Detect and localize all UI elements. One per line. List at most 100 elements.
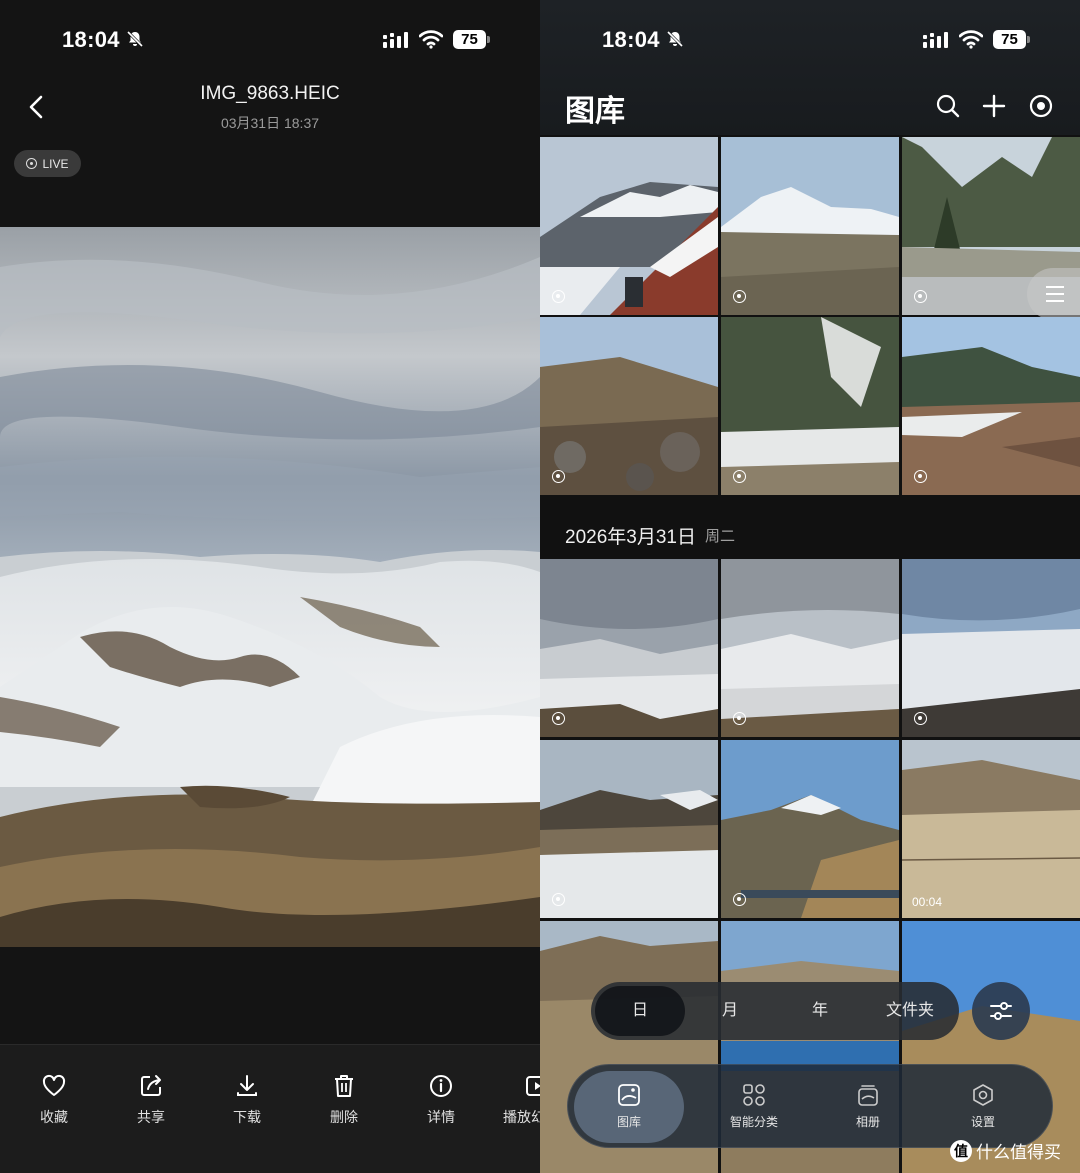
nav-settings[interactable]: 设置 — [928, 1071, 1038, 1143]
info-icon — [430, 1075, 452, 1097]
view-mode-day[interactable]: 日 — [595, 986, 685, 1036]
nav-albums[interactable]: 相册 — [813, 1071, 923, 1143]
favorite-label: 收藏 — [40, 1109, 68, 1125]
live-photo-icon — [552, 290, 565, 303]
thumbnail-image — [540, 559, 718, 737]
thumbnail-image — [540, 317, 718, 495]
bottom-navigation: 图库 智能分类 相册 设置 — [567, 1064, 1053, 1148]
thumbnail-image — [540, 740, 718, 918]
live-photo-icon — [26, 158, 38, 169]
site-watermark: 值 什么值得买 — [950, 1138, 1061, 1163]
thumbnail-image — [721, 740, 899, 918]
search-icon[interactable] — [934, 92, 962, 120]
nav-settings-label: 设置 — [970, 1115, 995, 1129]
signal-icon — [383, 32, 408, 48]
photo-thumbnail[interactable] — [540, 740, 718, 918]
photo-thumbnail[interactable] — [721, 317, 899, 495]
album-icon — [858, 1085, 878, 1106]
photo-thumbnail[interactable] — [540, 559, 718, 737]
photo-thumbnail[interactable] — [902, 317, 1080, 495]
main-photo[interactable] — [0, 227, 540, 947]
live-photo-icon — [552, 470, 565, 483]
thumbnail-image — [721, 137, 899, 315]
date-section-header: 2026年3月31日 周二 — [540, 504, 1080, 559]
slideshow-icon — [526, 1076, 540, 1096]
view-mode-year[interactable]: 年 — [775, 986, 865, 1036]
wifi-icon — [959, 30, 983, 49]
filter-button[interactable] — [972, 982, 1030, 1040]
delete-label: 删除 — [330, 1109, 358, 1125]
delete-button[interactable]: 删除 — [304, 1073, 384, 1127]
photo-thumbnail[interactable] — [540, 317, 718, 495]
watermark-text: 什么值得买 — [976, 1143, 1061, 1162]
live-photo-icon — [733, 290, 746, 303]
record-icon[interactable] — [1027, 92, 1055, 120]
download-button[interactable]: 下载 — [207, 1073, 287, 1127]
photo-thumbnail[interactable] — [721, 137, 899, 315]
file-name: IMG_9863.HEIC — [200, 83, 340, 104]
battery-icon: 75 — [453, 30, 490, 49]
video-thumbnail[interactable]: 00:04 — [902, 740, 1080, 918]
status-bar-right: 18:04 75 — [540, 0, 1080, 80]
live-photo-icon — [914, 290, 927, 303]
photo-thumbnail[interactable] — [721, 740, 899, 918]
live-photo-icon — [733, 893, 746, 906]
plus-icon[interactable] — [980, 92, 1008, 120]
nav-categories[interactable]: 智能分类 — [699, 1071, 809, 1143]
mute-bell-icon — [126, 30, 144, 48]
gallery-icon — [618, 1084, 640, 1106]
live-photo-icon — [733, 712, 746, 725]
live-photo-icon — [914, 712, 927, 725]
battery-icon: 75 — [993, 30, 1030, 49]
live-photo-toggle[interactable]: LIVE — [14, 150, 81, 177]
slideshow-label: 播放幻 — [503, 1109, 540, 1125]
thumbnail-image — [721, 317, 899, 495]
battery-level: 75 — [453, 30, 486, 49]
thumbnail-image — [902, 740, 1080, 918]
share-button[interactable]: 共享 — [111, 1073, 191, 1127]
library-panel: 18:04 75 图库 2026年3月31日 周二 00:04 日 月 年 文件… — [540, 0, 1080, 1173]
thumbnail-image — [721, 559, 899, 737]
status-time: 18:04 — [602, 27, 660, 52]
trash-icon — [335, 1075, 353, 1097]
view-mode-month[interactable]: 月 — [685, 986, 775, 1036]
snowy-mountain-photo — [0, 227, 540, 947]
viewer-action-bar: 收藏 共享 下载 删除 详情 播放幻 — [0, 1044, 540, 1173]
share-label: 共享 — [137, 1109, 165, 1125]
battery-level: 75 — [993, 30, 1026, 49]
photo-timestamp: 03月31日 18:37 — [220, 115, 320, 131]
details-button[interactable]: 详情 — [401, 1073, 481, 1127]
live-photo-icon — [914, 470, 927, 483]
thumbnail-image — [902, 317, 1080, 495]
back-arrow-icon[interactable] — [22, 92, 52, 122]
slideshow-button[interactable]: 播放幻 — [496, 1073, 540, 1127]
library-title: 图库 — [565, 95, 625, 128]
favorite-button[interactable]: 收藏 — [14, 1073, 94, 1127]
nav-categories-label: 智能分类 — [729, 1115, 778, 1129]
sliders-icon — [990, 1002, 1012, 1020]
photo-thumbnail[interactable] — [902, 559, 1080, 737]
download-icon — [237, 1075, 257, 1096]
status-bar: 18:04 75 — [0, 0, 540, 80]
view-mode-selector: 日 月 年 文件夹 — [591, 982, 959, 1040]
list-view-toggle[interactable] — [1027, 268, 1080, 320]
status-time: 18:04 — [62, 27, 120, 52]
details-label: 详情 — [427, 1109, 455, 1125]
live-photo-icon — [733, 470, 746, 483]
photo-thumbnail[interactable] — [540, 137, 718, 315]
wifi-icon — [419, 30, 443, 49]
date-header-label: 2026年3月31日 — [565, 527, 696, 548]
nav-albums-label: 相册 — [855, 1115, 880, 1129]
mute-bell-icon — [666, 30, 684, 48]
categories-icon — [743, 1084, 765, 1106]
live-photo-icon — [552, 712, 565, 725]
live-badge-label: LIVE — [42, 156, 69, 171]
thumbnail-image — [902, 559, 1080, 737]
live-photo-icon — [552, 893, 565, 906]
view-mode-folder[interactable]: 文件夹 — [865, 986, 955, 1036]
photo-viewer-panel: 18:04 75 IMG_9863.HEIC 03月31日 18:37 LIVE — [0, 0, 540, 1173]
share-icon — [141, 1075, 161, 1096]
thumbnail-image — [540, 137, 718, 315]
photo-thumbnail[interactable] — [721, 559, 899, 737]
nav-gallery[interactable]: 图库 — [574, 1071, 684, 1143]
